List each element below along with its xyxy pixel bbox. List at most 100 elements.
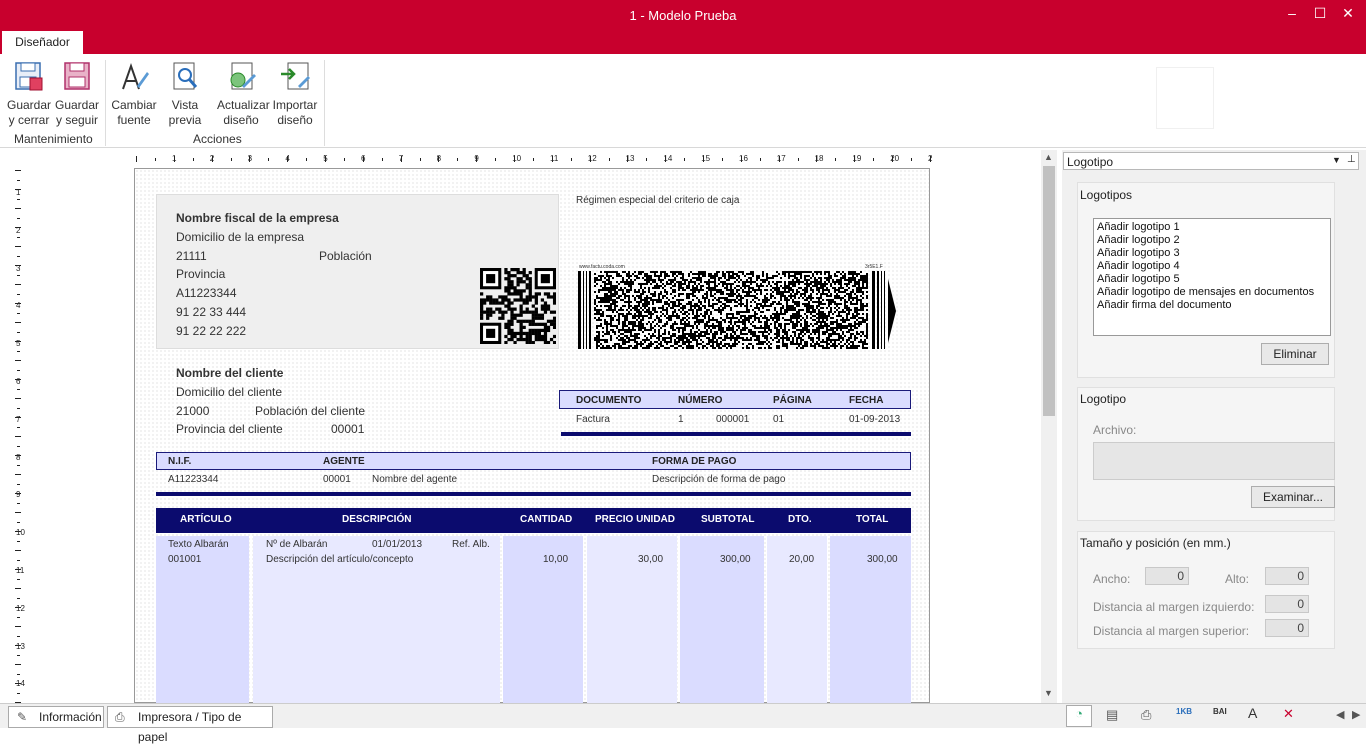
barcode-module [674,301,676,303]
top-margin-field[interactable]: 0 [1265,619,1309,637]
minimize-button[interactable]: – [1280,4,1304,22]
barcode-module [674,309,676,311]
logo-list-item[interactable]: Añadir logotipo 2 [1097,234,1180,246]
barcode-module [708,273,710,275]
pin-icon[interactable]: ⊥ [1347,154,1356,165]
col-precio[interactable] [587,536,677,703]
barcode-module [668,305,670,307]
tab-informacion[interactable]: ✎ Información [8,706,104,728]
logo-list-item[interactable]: Añadir logotipo 1 [1097,221,1180,233]
barcode-module [800,271,802,273]
barcode-module [818,325,820,327]
scroll-down-icon[interactable]: ▼ [1044,688,1053,698]
agent-header-box[interactable] [156,452,911,470]
barcode-module [728,293,730,295]
panel-tab-document-icon[interactable]: ▤ [1106,707,1118,723]
update-design-button[interactable]: Actualizar diseño [217,60,270,128]
qr-code[interactable] [480,268,556,344]
barcode-module [778,347,780,349]
barcode-module [692,289,694,291]
barcode-module [828,295,830,297]
panel-selector[interactable]: Logotipo ▼ ⊥ [1063,152,1359,170]
barcode-module [782,307,784,309]
panel-next-icon[interactable]: ▶ [1352,708,1360,721]
barcode-module [644,327,646,329]
panel-tab-1kb-icon[interactable]: 1KB [1176,707,1192,716]
scroll-up-icon[interactable]: ▲ [1044,152,1053,162]
barcode-module [682,335,684,337]
logo-list-item[interactable]: Añadir logotipo 3 [1097,247,1180,259]
maximize-button[interactable]: ☐ [1308,4,1332,22]
delete-button[interactable]: Eliminar [1261,343,1329,365]
barcode-module [856,331,858,333]
barcode-module [748,309,750,311]
save-continue-button[interactable]: Guardar y seguir [53,60,101,128]
panel-tab-logo-icon[interactable]: ◔ [1066,705,1092,727]
barcode-module [638,289,640,291]
barcode-module [694,303,696,305]
barcode-module [718,279,720,281]
barcode-module [618,297,620,299]
height-field[interactable]: 0 [1265,567,1309,585]
logo-list-item[interactable]: Añadir firma del documento [1097,299,1232,311]
browse-button[interactable]: Examinar... [1251,486,1335,508]
save-close-button[interactable]: Guardar y cerrar [5,60,53,128]
logo-list-item[interactable]: Añadir logotipo de mensajes en documento… [1097,286,1314,298]
logos-list[interactable]: Añadir logotipo 1 Añadir logotipo 2 Añadir… [1093,218,1331,336]
barcode-module [802,281,804,283]
client-code: 00001 [331,422,365,436]
panel-tab-bai-icon[interactable]: BAI [1213,707,1227,716]
barcode-module [866,277,868,279]
barcode-module [622,339,624,341]
scroll-thumb[interactable] [1043,166,1055,416]
panel-prev-icon[interactable]: ◀ [1336,708,1344,721]
barcode-module [702,341,704,343]
width-field[interactable]: 0 [1145,567,1189,585]
qr-module [486,316,490,320]
barcode-module [654,287,656,289]
qr-module [504,310,508,314]
close-button[interactable]: ✕ [1336,4,1360,22]
dropdown-arrow-icon[interactable]: ▼ [1332,155,1341,165]
pdf417-barcode[interactable] [578,271,898,351]
logo-list-item[interactable]: Añadir logotipo 5 [1097,273,1180,285]
barcode-module [838,297,840,299]
barcode-module [838,291,840,293]
barcode-module [762,327,764,329]
barcode-module [830,275,832,277]
tab-disenador[interactable]: Diseñador [2,31,83,54]
barcode-module [820,285,822,287]
barcode-module [718,329,720,331]
file-field[interactable] [1093,442,1335,480]
canvas-scrollbar[interactable]: ▲ ▼ [1041,150,1057,703]
barcode-module [848,279,850,281]
barcode-module [684,283,686,285]
preview-button[interactable]: Vista previa [161,60,209,128]
tab-impresora[interactable]: ⎙ Impresora / Tipo de papel [107,706,273,744]
barcode-module [790,271,792,273]
barcode-module [824,303,826,305]
barcode-module [798,283,800,285]
barcode-module [830,339,832,341]
import-design-button[interactable]: Importar diseño [271,60,319,128]
change-font-button[interactable]: Cambiar fuente [110,60,158,128]
barcode-module [846,347,848,349]
panel-tab-font-icon[interactable]: A [1248,705,1257,721]
barcode-module [826,323,828,325]
left-margin-field[interactable]: 0 [1265,595,1309,613]
barcode-module [766,335,768,337]
barcode-module [710,287,712,289]
logo-list-item[interactable]: Añadir logotipo 4 [1097,260,1180,272]
qr-module [552,298,556,302]
panel-tab-printer-icon[interactable]: ⎙ [1141,707,1151,723]
barcode-module [828,277,830,279]
barcode-module [816,307,818,309]
barcode-module [644,303,646,305]
panel-tab-position-icon[interactable]: ✕ [1283,706,1294,722]
barcode-module [678,285,680,287]
barcode-module [598,339,600,341]
barcode-module [720,309,722,311]
barcode-module [634,329,636,331]
barcode-module [650,299,652,301]
barcode-module [636,315,638,317]
